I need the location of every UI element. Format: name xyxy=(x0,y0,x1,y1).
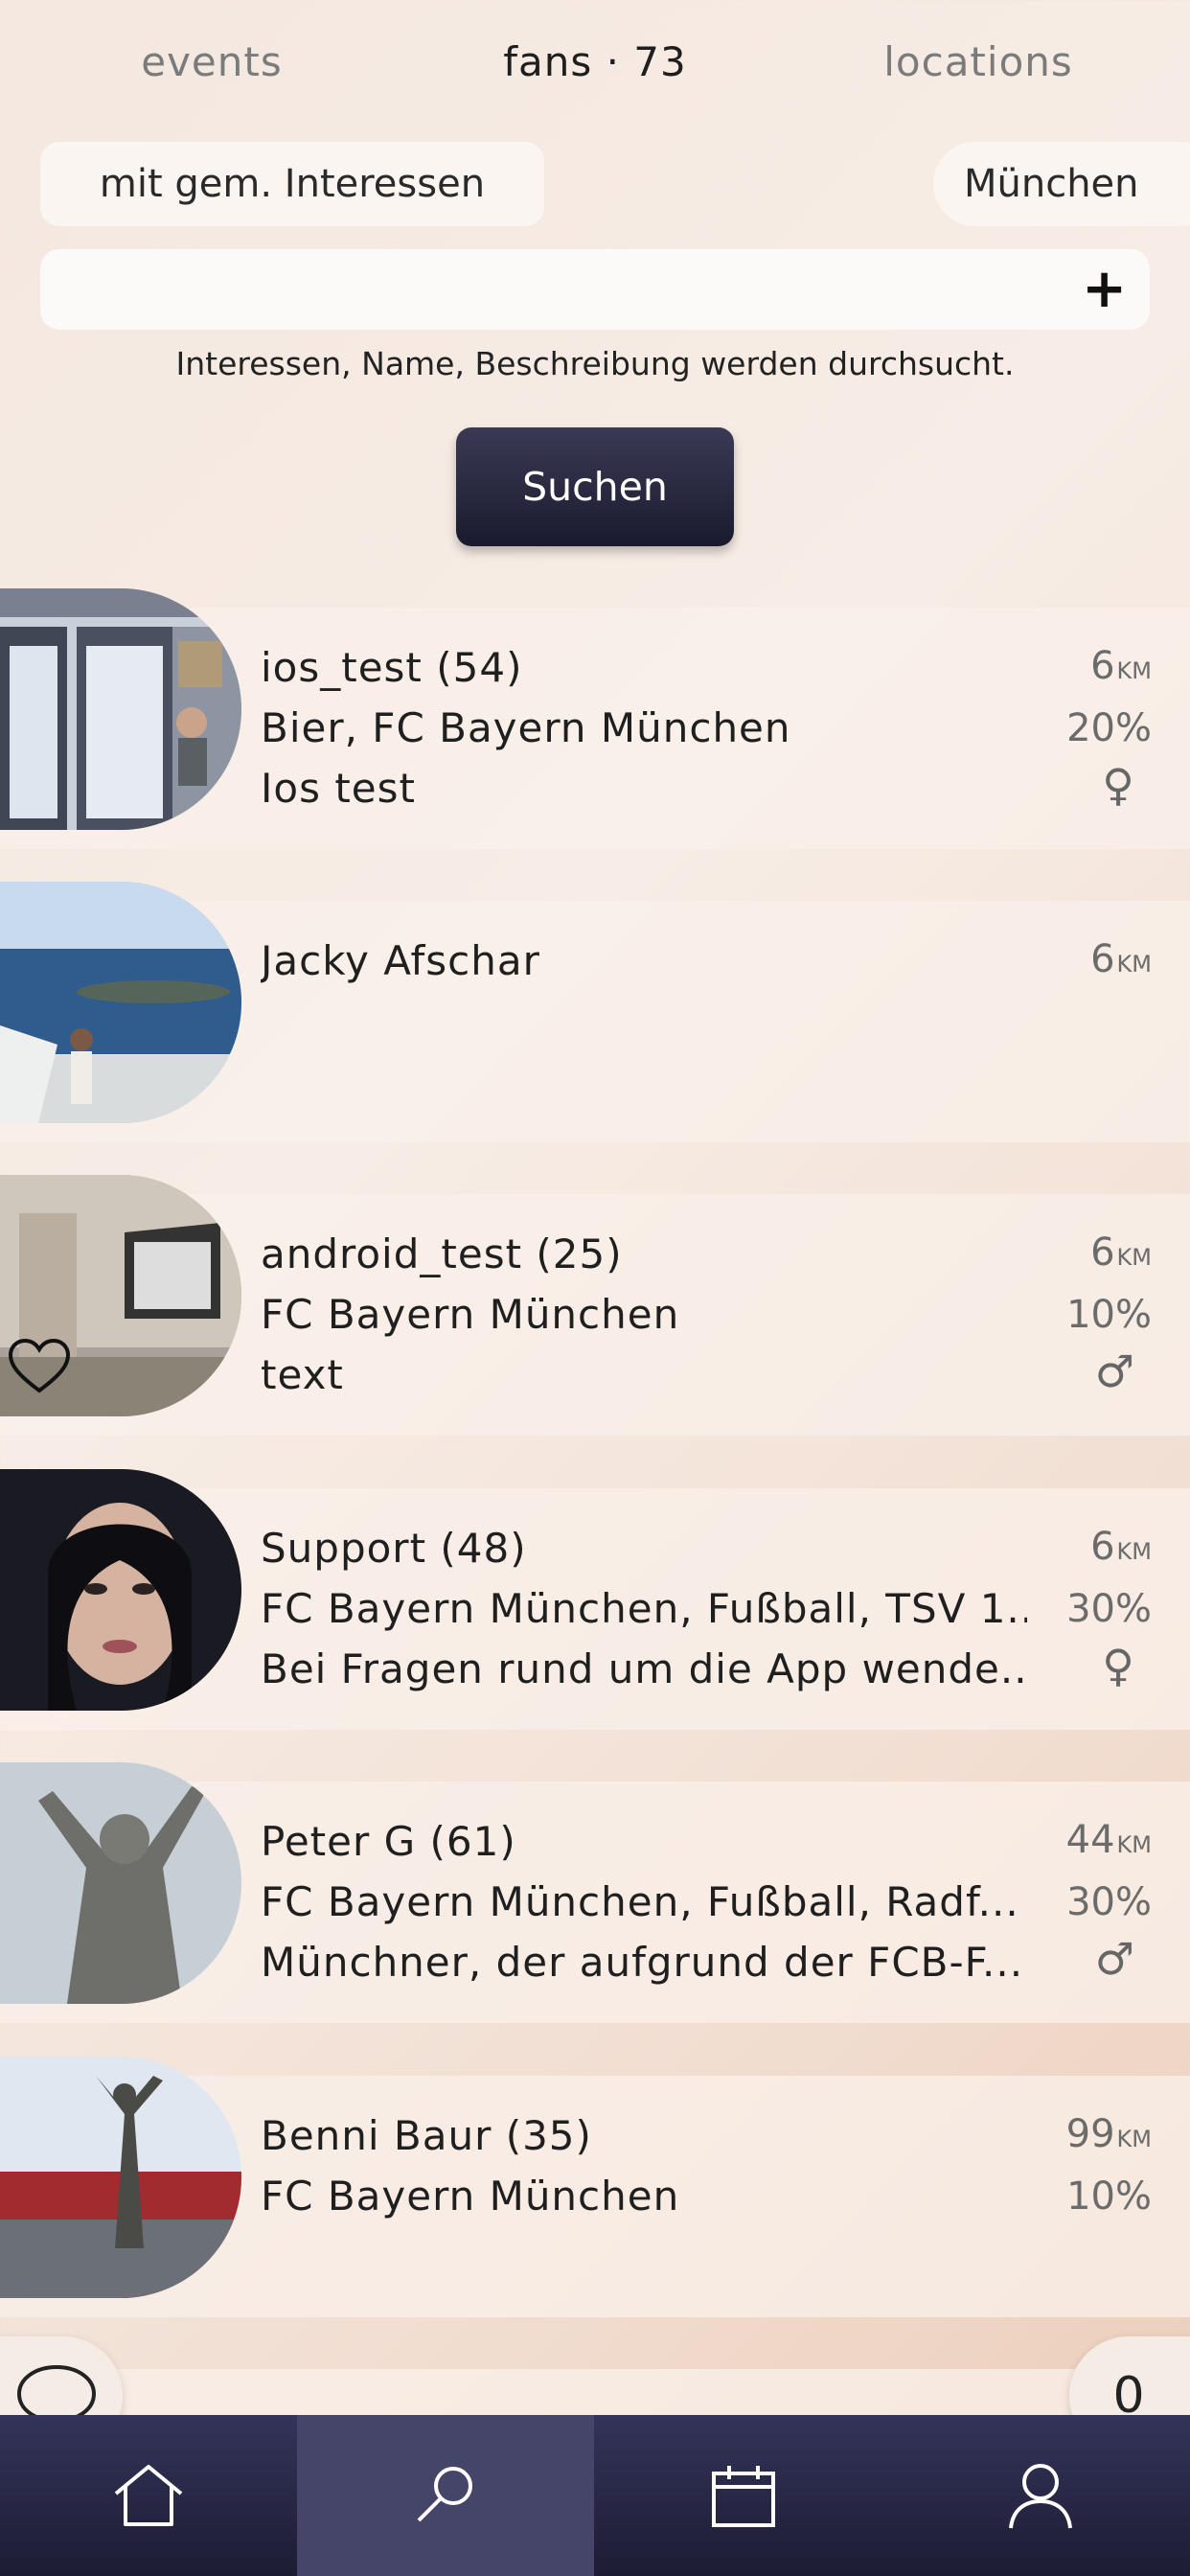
fan-photo xyxy=(0,588,241,830)
fan-interests: FC Bayern München, Fußball, Radf... xyxy=(261,1878,1019,1925)
fan-card[interactable]: android_test (25) FC Bayern München text… xyxy=(0,1175,1190,1436)
fan-card[interactable]: ios_test (54) Bier, FC Bayern München Io… xyxy=(0,588,1190,849)
fan-distance: 44KM xyxy=(1065,1818,1152,1862)
fan-description: text xyxy=(261,1351,344,1398)
fan-name: Support (48) xyxy=(261,1525,527,1572)
fan-name: Jacky Afschar xyxy=(261,937,540,984)
tab-locations[interactable]: locations xyxy=(780,38,1177,85)
female-icon: ♀ xyxy=(1102,1640,1134,1691)
fan-photo xyxy=(0,2057,241,2298)
fan-interests: Bier, FC Bayern München xyxy=(261,704,791,751)
fan-match: 10% xyxy=(1066,2174,1152,2219)
fan-interests: FC Bayern München xyxy=(261,2173,680,2220)
fan-interests: FC Bayern München, Fußball, TSV 1... xyxy=(261,1585,1027,1632)
fan-distance: 6KM xyxy=(1090,1230,1152,1275)
male-icon: ♂ xyxy=(1094,1346,1134,1397)
fan-match: 10% xyxy=(1066,1293,1152,1337)
city-filter-button[interactable]: München xyxy=(933,142,1190,226)
calendar-icon xyxy=(712,2466,775,2527)
nav-search[interactable] xyxy=(297,2415,594,2576)
fan-photo xyxy=(0,1762,241,2004)
search-input[interactable]: + xyxy=(40,249,1150,330)
search-button[interactable]: Suchen xyxy=(456,427,734,546)
fan-card[interactable]: Support (48) FC Bayern München, Fußball,… xyxy=(0,1469,1190,1730)
fan-photo xyxy=(0,882,241,1123)
nav-calendar[interactable] xyxy=(595,2415,892,2576)
fan-distance: 6KM xyxy=(1090,937,1152,981)
nav-home[interactable] xyxy=(0,2415,297,2576)
fan-name: android_test (25) xyxy=(261,1230,623,1277)
fan-name: Benni Baur (35) xyxy=(261,2112,592,2159)
fan-description: Münchner, der aufgrund der FCB-F... xyxy=(261,1939,1024,1986)
fan-description: Bei Fragen rund um die App wende... xyxy=(261,1645,1027,1692)
fan-photo xyxy=(0,1469,241,1711)
tab-fans[interactable]: fans · 73 xyxy=(397,38,793,85)
search-hint: Interessen, Name, Beschreibung werden du… xyxy=(175,345,1015,382)
fan-card[interactable]: Peter G (61) FC Bayern München, Fußball,… xyxy=(0,1762,1190,2023)
fan-card[interactable]: Jacky Afschar 6KM xyxy=(0,882,1190,1142)
interests-filter-button[interactable]: mit gem. Interessen xyxy=(40,142,544,226)
bottom-nav xyxy=(0,2415,1190,2576)
fan-description: Ios test xyxy=(261,765,416,812)
heart-icon[interactable] xyxy=(8,1338,71,1395)
plus-icon[interactable]: + xyxy=(1082,261,1127,318)
fan-distance: 6KM xyxy=(1090,644,1152,688)
fan-name: Peter G (61) xyxy=(261,1818,516,1865)
search-icon xyxy=(417,2467,472,2522)
male-icon: ♂ xyxy=(1094,1933,1134,1985)
fan-match: 20% xyxy=(1066,706,1152,750)
fan-name: ios_test (54) xyxy=(261,644,523,691)
fan-match: 30% xyxy=(1066,1880,1152,1924)
fan-match: 30% xyxy=(1066,1587,1152,1631)
female-icon: ♀ xyxy=(1102,759,1134,811)
profile-icon xyxy=(1009,2464,1072,2529)
home-icon xyxy=(114,2465,183,2526)
fan-distance: 6KM xyxy=(1090,1525,1152,1569)
tab-events[interactable]: events xyxy=(13,38,410,85)
top-tabs: events fans · 73 locations xyxy=(0,38,1190,105)
fan-interests: FC Bayern München xyxy=(261,1291,680,1338)
fan-distance: 99KM xyxy=(1065,2112,1152,2156)
fan-card[interactable]: Benni Baur (35) FC Bayern München 99KM 1… xyxy=(0,2057,1190,2317)
nav-profile[interactable] xyxy=(892,2415,1189,2576)
